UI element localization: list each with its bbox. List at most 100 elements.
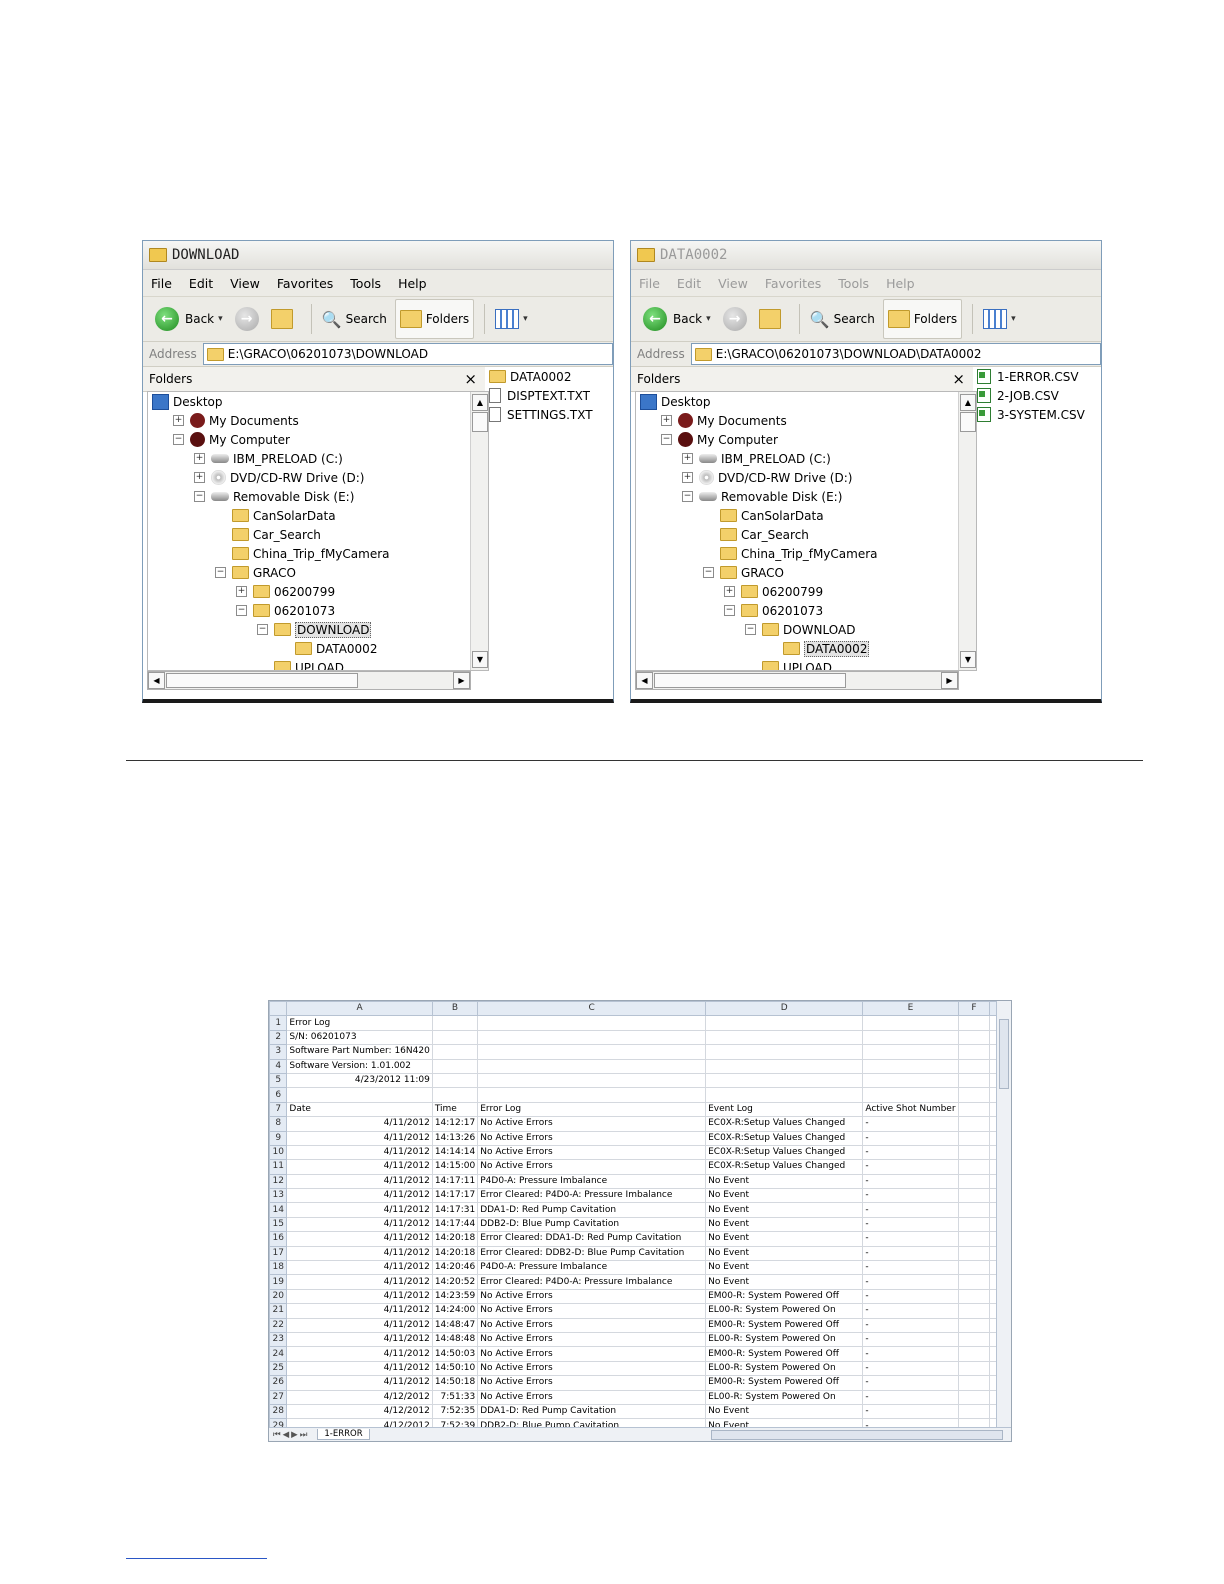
cell[interactable]: EC0X-R:Setup Values Changed: [705, 1116, 864, 1132]
cell[interactable]: No Active Errors: [477, 1346, 707, 1362]
cell[interactable]: -: [862, 1144, 959, 1161]
cell[interactable]: [957, 1331, 991, 1348]
cell[interactable]: [957, 1015, 991, 1031]
cell[interactable]: [862, 1058, 959, 1074]
file-item[interactable]: SETTINGS.TXT: [489, 405, 613, 424]
cell[interactable]: 14:20:46: [431, 1260, 479, 1276]
tree-item[interactable]: DATA0002: [636, 639, 976, 658]
cell[interactable]: [431, 1058, 479, 1074]
cell[interactable]: EL00-R: System Powered On: [705, 1360, 864, 1377]
cell[interactable]: No Active Errors: [477, 1375, 707, 1391]
collapse-icon[interactable]: −: [724, 605, 735, 616]
row-header[interactable]: 16: [269, 1231, 288, 1247]
expand-icon[interactable]: +: [173, 415, 184, 426]
cell[interactable]: Date: [286, 1101, 433, 1118]
collapse-icon[interactable]: −: [215, 567, 226, 578]
cell[interactable]: [477, 1087, 707, 1103]
menu-help[interactable]: Help: [398, 276, 427, 291]
cell[interactable]: -: [862, 1288, 959, 1305]
cell[interactable]: P4D0-A: Pressure Imbalance: [477, 1260, 707, 1276]
cell[interactable]: No Active Errors: [477, 1317, 707, 1333]
cell[interactable]: No Event: [705, 1260, 864, 1276]
cell[interactable]: Error Log: [477, 1101, 707, 1118]
cell[interactable]: No Active Errors: [477, 1144, 707, 1161]
cell[interactable]: EM00-R: System Powered Off: [705, 1346, 864, 1362]
cell[interactable]: [957, 1159, 991, 1175]
cell[interactable]: 7:52:35: [431, 1403, 479, 1420]
row-header[interactable]: 21: [269, 1303, 288, 1319]
cell[interactable]: -: [862, 1260, 959, 1276]
cell[interactable]: EM00-R: System Powered Off: [705, 1375, 864, 1391]
vertical-scrollbar[interactable]: [996, 1001, 1011, 1427]
menu-favorites[interactable]: Favorites: [277, 276, 333, 291]
tree-item[interactable]: − GRACO: [148, 563, 488, 582]
dropdown-arrow-icon[interactable]: ▾: [706, 314, 711, 324]
row-header[interactable]: 1: [269, 1015, 288, 1031]
tree-item[interactable]: +06200799: [148, 582, 488, 601]
tree-item[interactable]: − DOWNLOAD: [148, 620, 488, 639]
cell[interactable]: -: [862, 1159, 959, 1175]
cell[interactable]: Error Cleared: P4D0-A: Pressure Imbalanc…: [477, 1188, 707, 1204]
cell[interactable]: [862, 1044, 959, 1060]
cell[interactable]: No Event: [705, 1274, 864, 1290]
tree-item[interactable]: − My Computer: [148, 430, 488, 449]
cell[interactable]: No Event: [705, 1245, 864, 1262]
row-header[interactable]: 3: [269, 1044, 288, 1060]
cell[interactable]: -: [862, 1375, 959, 1391]
cell[interactable]: No Active Errors: [477, 1116, 707, 1132]
cell[interactable]: [957, 1375, 991, 1391]
cell[interactable]: EM00-R: System Powered Off: [705, 1288, 864, 1305]
cell[interactable]: [862, 1015, 959, 1031]
tree-item[interactable]: China_Trip_fMyCamera: [148, 544, 488, 563]
folders-button[interactable]: Folders: [882, 299, 963, 339]
row-header[interactable]: 22: [269, 1317, 288, 1333]
forward-button[interactable]: →: [231, 300, 263, 338]
cell[interactable]: [957, 1144, 991, 1161]
cell[interactable]: [286, 1087, 433, 1103]
scroll-down-icon[interactable]: ▼: [472, 651, 488, 668]
address-input[interactable]: E:\GRACO\06201073\DOWNLOAD\DATA0002: [690, 343, 1101, 365]
menu-edit[interactable]: Edit: [677, 276, 701, 291]
address-input[interactable]: E:\GRACO\06201073\DOWNLOAD: [202, 343, 613, 365]
cell[interactable]: -: [862, 1331, 959, 1348]
cell[interactable]: No Active Errors: [477, 1288, 707, 1305]
cell[interactable]: Active Shot Number: [862, 1101, 959, 1118]
cell[interactable]: [477, 1072, 707, 1089]
cell[interactable]: [477, 1015, 707, 1031]
cell[interactable]: Software Version: 1.01.002: [286, 1058, 433, 1074]
cell[interactable]: 14:23:59: [431, 1288, 479, 1305]
menu-tools[interactable]: Tools: [838, 276, 869, 291]
cell[interactable]: Event Log: [705, 1101, 864, 1118]
expand-icon[interactable]: +: [724, 586, 735, 597]
cell[interactable]: [862, 1072, 959, 1089]
row-header[interactable]: 19: [269, 1274, 288, 1290]
cell[interactable]: 14:17:31: [431, 1202, 479, 1218]
file-item[interactable]: 1-ERROR.CSV: [977, 367, 1101, 386]
cell[interactable]: No Active Errors: [477, 1331, 707, 1348]
cell[interactable]: Software Part Number: 16N420: [286, 1044, 433, 1060]
tree-item[interactable]: − 06201073: [148, 601, 488, 620]
menu-tools[interactable]: Tools: [350, 276, 381, 291]
back-button[interactable]: ← Back ▾: [151, 300, 227, 338]
cell[interactable]: DDA1-D: Red Pump Cavitation: [477, 1403, 707, 1420]
cell[interactable]: No Active Errors: [477, 1360, 707, 1377]
cell[interactable]: Error Log: [286, 1015, 433, 1031]
collapse-icon[interactable]: −: [194, 491, 205, 502]
tree-item[interactable]: UPLOAD: [148, 658, 488, 670]
dropdown-arrow-icon[interactable]: ▾: [1011, 314, 1016, 324]
cell[interactable]: 14:24:00: [431, 1303, 479, 1319]
cell[interactable]: 4/11/2012: [286, 1288, 433, 1305]
scroll-left-icon[interactable]: ◀: [148, 672, 165, 689]
file-item[interactable]: DATA0002: [489, 367, 613, 386]
cell[interactable]: No Event: [705, 1202, 864, 1218]
cell[interactable]: Error Cleared: P4D0-A: Pressure Imbalanc…: [477, 1274, 707, 1290]
cell[interactable]: [957, 1188, 991, 1204]
cell[interactable]: Error Cleared: DDB2-D: Blue Pump Cavitat…: [477, 1245, 707, 1262]
cell[interactable]: [957, 1360, 991, 1377]
back-button[interactable]: ← Back ▾: [639, 300, 715, 338]
cell[interactable]: EL00-R: System Powered On: [705, 1331, 864, 1348]
cell[interactable]: -: [862, 1389, 959, 1405]
tree-item[interactable]: − My Computer: [636, 430, 976, 449]
row-header[interactable]: 15: [269, 1216, 288, 1233]
cell[interactable]: 4/11/2012: [286, 1202, 433, 1218]
